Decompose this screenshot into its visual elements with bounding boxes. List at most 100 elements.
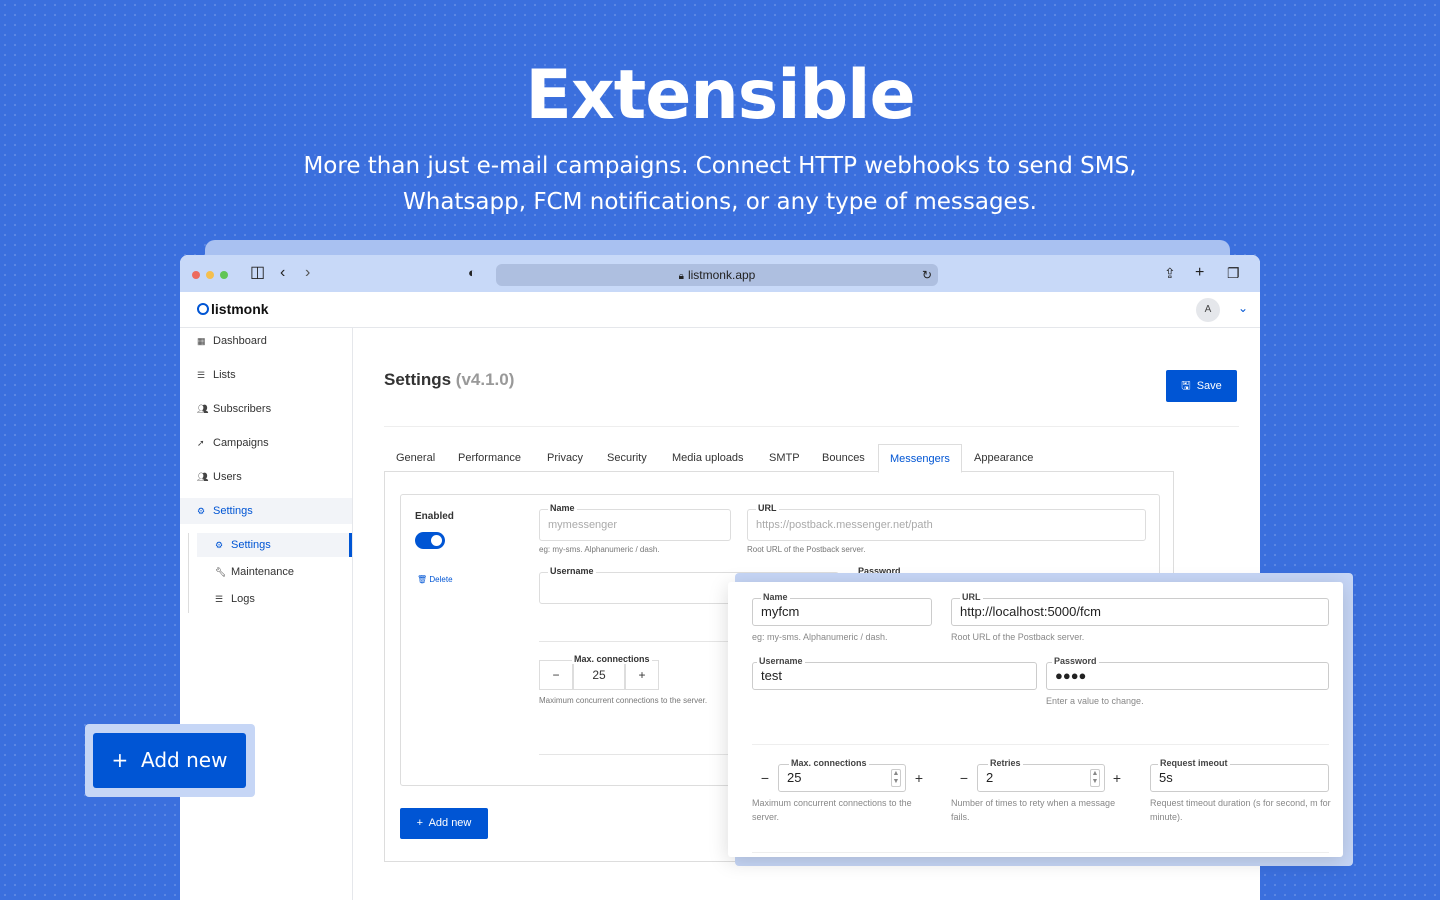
subnav-item-label: Maintenance [231, 566, 294, 578]
delete-link[interactable]: 🗑︎ Delete [417, 575, 453, 584]
floating-add-new-button[interactable]: + Add new [93, 733, 246, 788]
reload-icon[interactable]: ↻ [922, 264, 932, 286]
maximize-window-dot[interactable] [220, 271, 228, 279]
fcm-timeout-label: Request imeout [1158, 758, 1230, 768]
add-new-button[interactable]: + Add new [400, 808, 488, 839]
sidebar-item-users[interactable]: 👥︎ Users [180, 464, 352, 490]
tab-appearance[interactable]: Appearance [974, 444, 1033, 472]
fcm-password-input[interactable]: ●●●● [1046, 662, 1329, 690]
maxconn-label: Max. connections [572, 654, 652, 664]
floating-add-new-label: Add new [141, 748, 228, 772]
fcm-retries-value: 2 [986, 770, 994, 785]
tabs-overview-icon[interactable]: ❐ [1227, 264, 1240, 282]
users-icon: 👥︎ [197, 472, 209, 482]
fcm-maxconn-value: 25 [787, 770, 802, 785]
page-title: Settings (v4.1.0) [384, 370, 514, 390]
fcm-maxconn-label: Max. connections [789, 758, 869, 768]
app-logo[interactable]: listmonk [197, 301, 269, 317]
dashboard-icon: ▦ [197, 336, 206, 346]
sidebar-toggle-icon[interactable]: ◫ [250, 264, 265, 282]
minimize-window-dot[interactable] [206, 271, 214, 279]
sidebar-item-settings[interactable]: ⚙ Settings [180, 498, 352, 524]
enabled-label: Enabled [415, 511, 454, 522]
fcm-url-input[interactable]: http://localhost:5000/fcm [951, 598, 1329, 626]
tab-media-uploads[interactable]: Media uploads [672, 444, 744, 472]
name-field[interactable]: mymessenger [539, 509, 731, 541]
browser-toolbar: ◫ ‹ › ◐ 🔒︎ listmonk.app ↻ ⇪ + ❐ [180, 255, 1260, 292]
url-help: Root URL of the Postback server. [747, 545, 866, 554]
tab-messengers[interactable]: Messengers [878, 444, 962, 473]
fcm-username-label: Username [757, 656, 805, 666]
fcm-name-input[interactable]: myfcm [752, 598, 932, 626]
divider [539, 641, 739, 642]
username-label: Username [548, 566, 596, 576]
close-window-dot[interactable] [192, 271, 200, 279]
hero-subtitle: More than just e-mail campaigns. Connect… [303, 153, 1137, 215]
maxconn-increment-button[interactable]: + [625, 660, 659, 690]
save-button[interactable]: 🖫︎ Save [1166, 370, 1237, 402]
messenger-form-zoom: myfcm Name eg: my-sms. Alphanumeric / da… [728, 582, 1343, 857]
shield-icon[interactable]: ◐ [468, 264, 476, 282]
fcm-url-label: URL [960, 592, 983, 602]
sidebar-item-lists[interactable]: ☰ Lists [180, 362, 352, 388]
plus-icon: + [111, 748, 129, 772]
fcm-name-label: Name [761, 592, 790, 602]
tab-bounces[interactable]: Bounces [822, 444, 865, 472]
page-title-text: Settings [384, 370, 452, 389]
save-button-label: Save [1196, 380, 1222, 392]
tab-security[interactable]: Security [607, 444, 647, 472]
url-field[interactable]: https://postback.messenger.net/path [747, 509, 1146, 541]
fcm-retries-increment-button[interactable]: + [1104, 764, 1130, 792]
list-icon: ☰ [215, 594, 224, 604]
fcm-password-label: Password [1052, 656, 1099, 666]
tab-general[interactable]: General [396, 444, 435, 472]
divider [752, 744, 1329, 745]
maxconn-input[interactable]: 25 [573, 660, 625, 690]
spinner-icon[interactable]: ▲ ▼ [891, 769, 901, 787]
add-new-label: Add new [428, 817, 472, 829]
sidebar-item-label: Lists [213, 369, 236, 381]
wrench-icon: 🔧︎ [215, 567, 227, 577]
address-bar[interactable]: 🔒︎ listmonk.app ↻ [496, 264, 938, 286]
new-tab-icon[interactable]: + [1195, 264, 1204, 282]
fcm-username-input[interactable]: test [752, 662, 1037, 690]
tab-smtp[interactable]: SMTP [769, 444, 800, 472]
forward-icon[interactable]: › [305, 264, 310, 282]
fcm-maxconn-decrement-button[interactable]: − [752, 764, 778, 792]
settings-subnav: ⚙ Settings 🔧︎ Maintenance ☰ Logs [188, 533, 352, 613]
fcm-retries-decrement-button[interactable]: − [951, 764, 977, 792]
url-label: URL [756, 503, 779, 513]
fcm-retries-input[interactable]: 2 ▲ ▼ [977, 764, 1105, 792]
version-label: (v4.1.0) [455, 370, 515, 389]
avatar[interactable]: A [1196, 298, 1220, 322]
spinner-icon[interactable]: ▲ ▼ [1090, 769, 1100, 787]
sidebar-item-dashboard[interactable]: ▦ Dashboard [180, 328, 352, 354]
users-icon: 👥︎ [197, 404, 209, 414]
sidebar-item-label: Dashboard [213, 335, 267, 347]
enabled-toggle[interactable] [415, 532, 445, 549]
fcm-timeout-input[interactable]: 5s [1150, 764, 1329, 792]
fcm-maxconn-increment-button[interactable]: + [906, 764, 932, 792]
plus-icon: + [416, 817, 424, 829]
name-help: eg: my-sms. Alphanumeric / dash. [539, 545, 660, 554]
subnav-item-settings[interactable]: ⚙ Settings [197, 533, 352, 557]
subnav-item-maintenance[interactable]: 🔧︎ Maintenance [197, 560, 352, 584]
tab-privacy[interactable]: Privacy [547, 444, 583, 472]
tab-performance[interactable]: Performance [458, 444, 521, 472]
chevron-down-icon[interactable]: ⌄ [1238, 301, 1248, 315]
subnav-item-label: Settings [231, 539, 271, 551]
sidebar-item-campaigns[interactable]: ➚ Campaigns [180, 430, 352, 456]
subnav-item-logs[interactable]: ☰ Logs [197, 587, 352, 611]
fcm-retries-help: Number of times to rety when a message f… [951, 798, 1116, 822]
save-icon: 🖫︎ [1181, 380, 1191, 392]
share-icon[interactable]: ⇪ [1164, 264, 1176, 282]
fcm-password-help: Enter a value to change. [1046, 696, 1144, 706]
fcm-maxconn-input[interactable]: 25 ▲ ▼ [778, 764, 906, 792]
delete-label: Delete [429, 575, 453, 584]
back-icon[interactable]: ‹ [280, 264, 285, 282]
sidebar-item-subscribers[interactable]: 👥︎ Subscribers [180, 396, 352, 422]
gear-icon: ⚙ [197, 506, 206, 516]
rocket-icon: ➚ [197, 438, 205, 448]
maxconn-decrement-button[interactable]: − [539, 660, 573, 690]
sidebar-item-label: Settings [213, 505, 253, 517]
